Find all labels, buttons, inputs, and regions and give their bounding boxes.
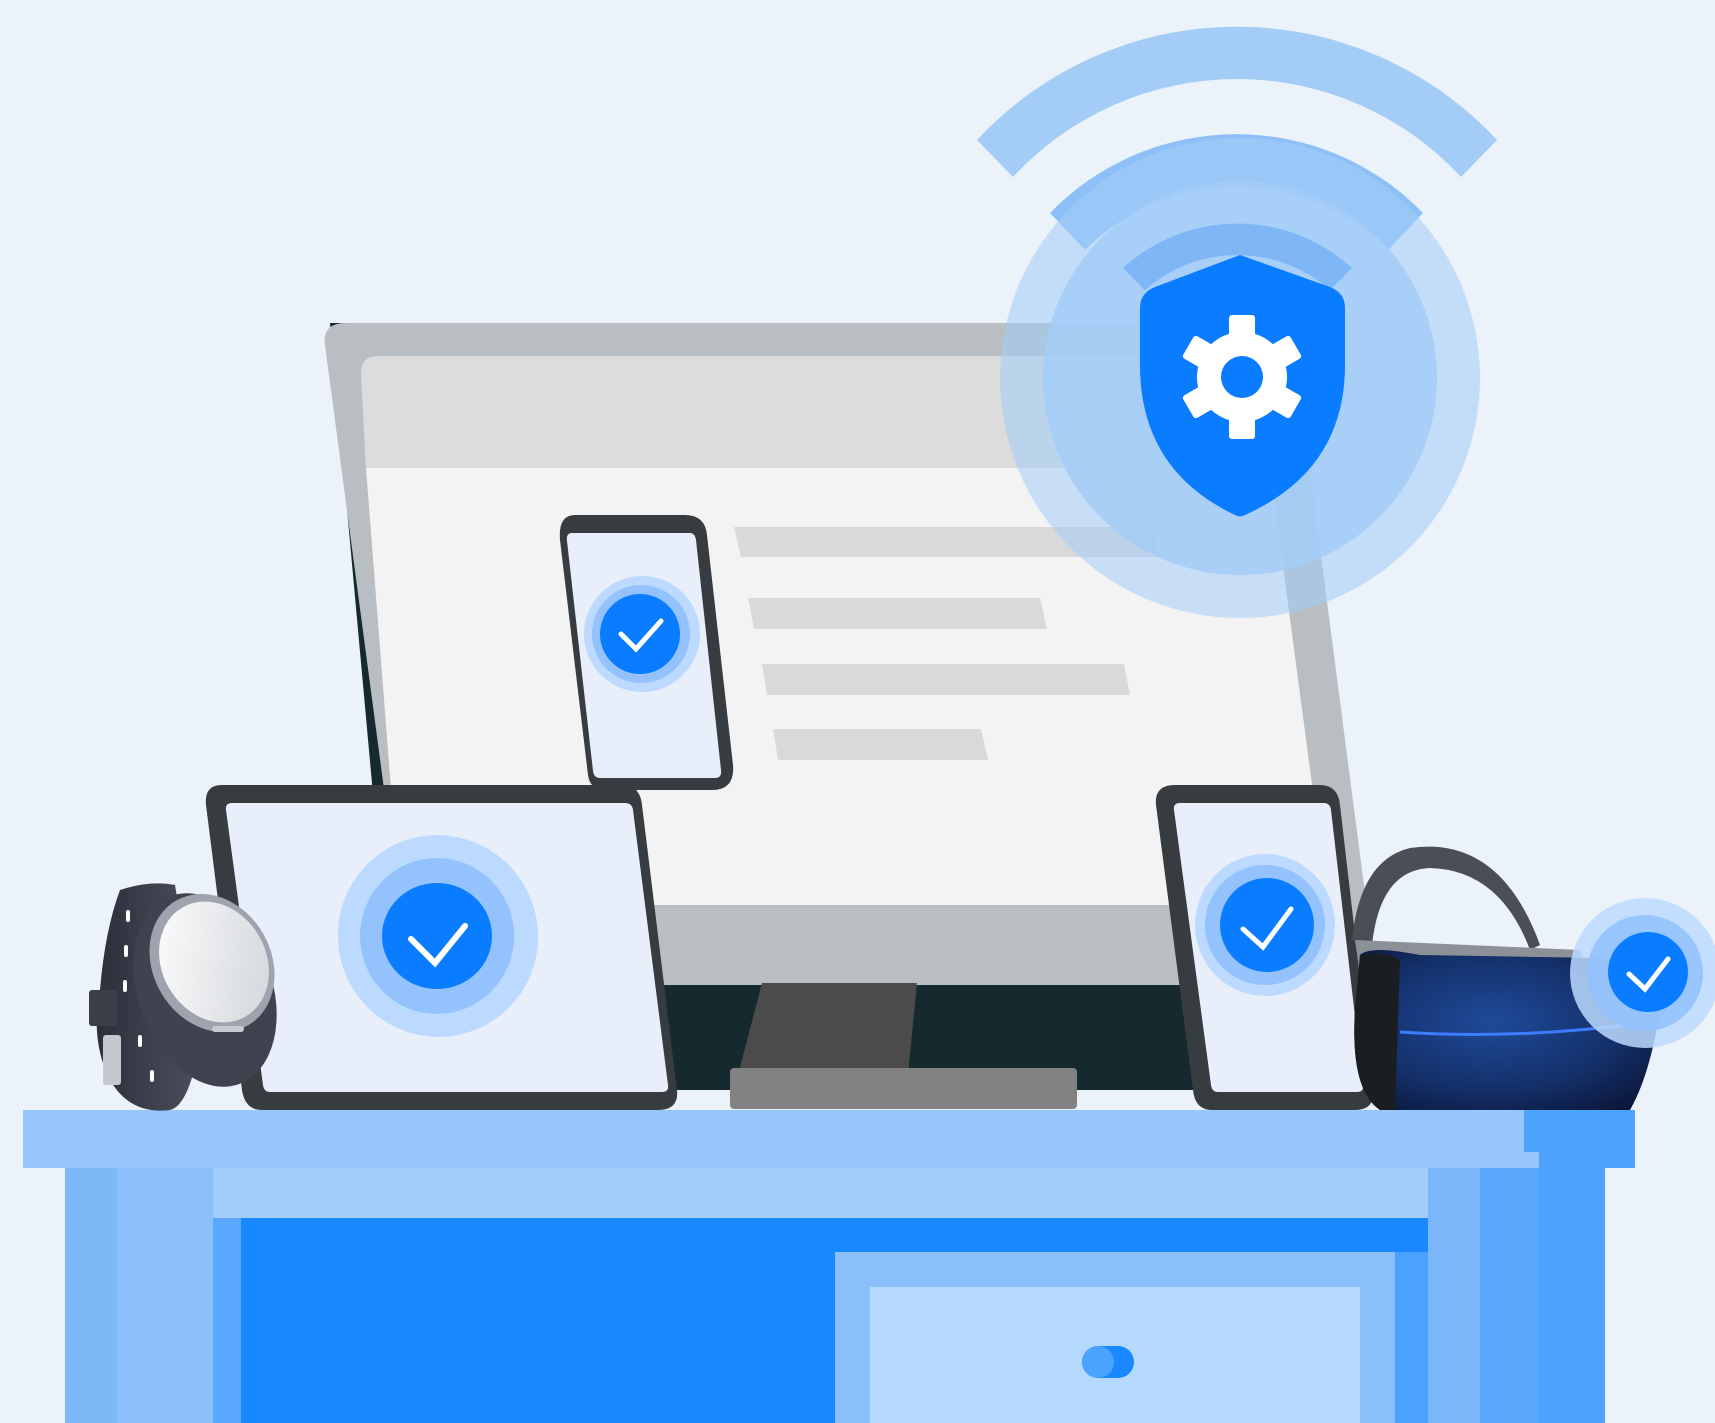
watch-button bbox=[212, 1026, 244, 1032]
watch-clasp bbox=[89, 990, 117, 1026]
desk-front-strip bbox=[213, 1218, 241, 1423]
desk-right-pillar bbox=[1428, 1160, 1480, 1423]
desk-top-corner bbox=[1524, 1152, 1539, 1168]
desk-apron-shade bbox=[117, 1160, 213, 1423]
watch-buckle bbox=[103, 1035, 121, 1085]
desk bbox=[23, 1110, 1635, 1423]
tablet bbox=[205, 785, 678, 1110]
desk-top-surface bbox=[23, 1110, 1635, 1168]
vr-strap bbox=[1352, 846, 1540, 950]
phone-on-screen bbox=[559, 515, 734, 790]
vr-headset bbox=[1352, 846, 1715, 1110]
desk-leg-left bbox=[65, 1160, 120, 1423]
desk-top-right-edge bbox=[1524, 1110, 1635, 1168]
check-badge-icon bbox=[1195, 854, 1335, 996]
check-badge-icon bbox=[1570, 898, 1715, 1048]
drawer-frame-edge bbox=[1395, 1252, 1428, 1423]
monitor-stand-neck bbox=[738, 983, 917, 1075]
devices-security-illustration bbox=[23, 26, 1715, 1423]
monitor-stand-base bbox=[730, 1068, 1077, 1109]
desk-body-right-shade bbox=[1480, 1160, 1537, 1423]
desk-apron bbox=[117, 1160, 1428, 1218]
check-badge-icon bbox=[584, 576, 700, 692]
toggle-handle-icon[interactable] bbox=[1082, 1346, 1134, 1378]
